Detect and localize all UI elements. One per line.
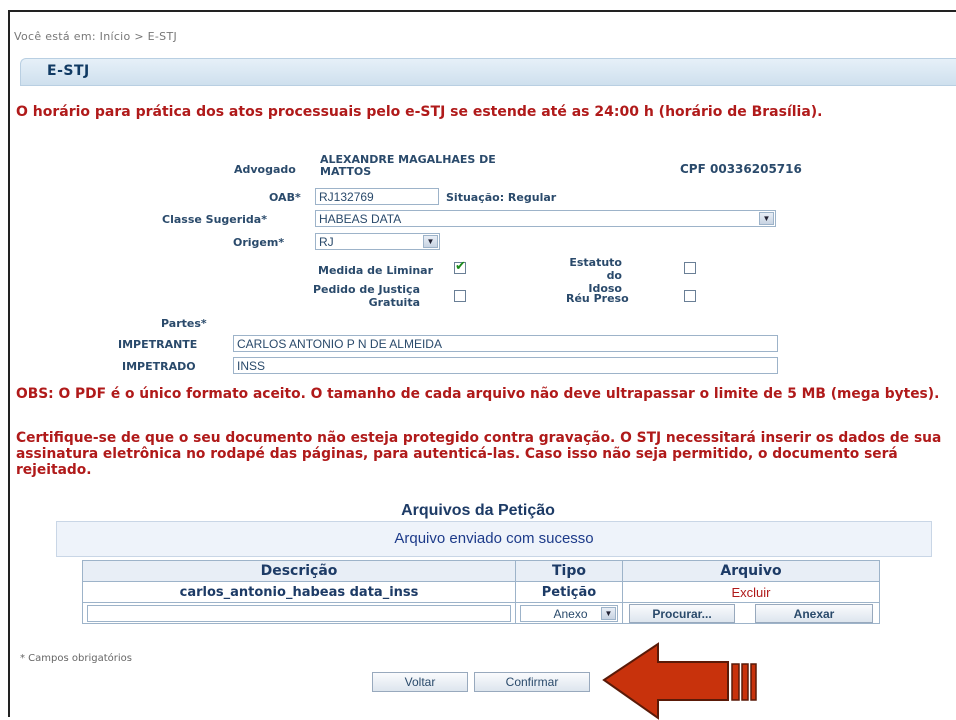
- lawyer-name: ALEXANDRE MAGALHAES DE MATTOS: [320, 153, 496, 178]
- attach-button[interactable]: Anexar: [755, 604, 873, 623]
- reu-preso-label: Réu Preso: [566, 292, 629, 305]
- medida-liminar-checkbox[interactable]: ✔: [454, 259, 466, 274]
- new-description-cell: [82, 602, 516, 624]
- new-file-actions-cell: Procurar... Anexar: [622, 602, 880, 624]
- origem-label: Origem*: [233, 236, 285, 249]
- justica-gratuita-checkbox[interactable]: [454, 290, 466, 302]
- cpf-display: CPF 00336205716: [680, 162, 802, 176]
- file-type: Petição: [515, 581, 623, 603]
- oab-input[interactable]: RJ132769: [315, 188, 439, 205]
- origem-select[interactable]: RJ ▼: [315, 233, 440, 250]
- breadcrumb: Você está em: Início > E-STJ: [14, 30, 178, 43]
- confirm-button[interactable]: Confirmar: [474, 672, 590, 692]
- estatuto-idoso-checkbox[interactable]: [684, 262, 696, 274]
- new-type-cell: Anexo ▼: [515, 602, 623, 624]
- lawyer-label: Advogado: [234, 163, 296, 176]
- file-description: carlos_antonio_habeas data_inss: [82, 581, 516, 603]
- required-fields-note: * Campos obrigatórios: [20, 653, 132, 664]
- browse-button[interactable]: Procurar...: [629, 604, 735, 623]
- classe-select[interactable]: HABEAS DATA ▼: [315, 210, 776, 227]
- impetrado-label: IMPETRADO: [122, 360, 196, 373]
- files-table: Descrição Tipo Arquivo carlos_antonio_ha…: [82, 560, 880, 624]
- back-button[interactable]: Voltar: [372, 672, 468, 692]
- justica-gratuita-label: Pedido de Justiça Gratuita: [312, 283, 420, 309]
- new-description-input[interactable]: [87, 605, 511, 622]
- table-row: carlos_antonio_habeas data_inss Petição …: [82, 581, 880, 603]
- origem-value: RJ: [319, 235, 334, 249]
- panel-header: E-STJ: [20, 58, 956, 86]
- new-type-value: Anexo: [553, 607, 588, 621]
- chevron-down-icon[interactable]: ▼: [759, 212, 774, 225]
- estatuto-idoso-label: Estatuto do Idoso: [569, 256, 622, 295]
- impetrado-input[interactable]: INSS: [233, 357, 778, 374]
- impetrante-label: IMPETRANTE: [118, 338, 198, 351]
- new-type-select[interactable]: Anexo ▼: [520, 605, 618, 622]
- medida-liminar-label: Medida de Liminar: [318, 264, 434, 277]
- red-arrow-icon: [602, 642, 757, 720]
- partes-label: Partes*: [161, 317, 207, 330]
- oab-label: OAB*: [269, 191, 301, 204]
- upload-success-message: Arquivo enviado com sucesso: [56, 521, 932, 557]
- reu-preso-checkbox[interactable]: [684, 290, 696, 302]
- classe-label: Classe Sugerida*: [162, 213, 267, 226]
- schedule-notice: O horário para prática dos atos processu…: [16, 104, 823, 120]
- header-tipo: Tipo: [515, 560, 623, 582]
- chevron-down-icon[interactable]: ▼: [423, 235, 438, 248]
- protection-notice: Certifique-se de que o seu documento não…: [16, 430, 942, 478]
- situacao-status: Situação: Regular: [446, 191, 557, 204]
- panel-title: E-STJ: [47, 63, 90, 79]
- pdf-notice: OBS: O PDF é o único formato aceito. O t…: [16, 386, 940, 402]
- chevron-down-icon[interactable]: ▼: [601, 607, 616, 620]
- table-row-new: Anexo ▼ Procurar... Anexar: [82, 602, 880, 624]
- header-descricao: Descrição: [82, 560, 516, 582]
- check-icon: ✔: [455, 259, 466, 274]
- files-title: Arquivos da Petição: [401, 502, 555, 519]
- table-header-row: Descrição Tipo Arquivo: [82, 560, 880, 582]
- header-arquivo: Arquivo: [622, 560, 880, 582]
- impetrante-input[interactable]: CARLOS ANTONIO P N DE ALMEIDA: [233, 335, 778, 352]
- classe-value: HABEAS DATA: [319, 212, 402, 226]
- delete-file-link[interactable]: Excluir: [622, 581, 880, 603]
